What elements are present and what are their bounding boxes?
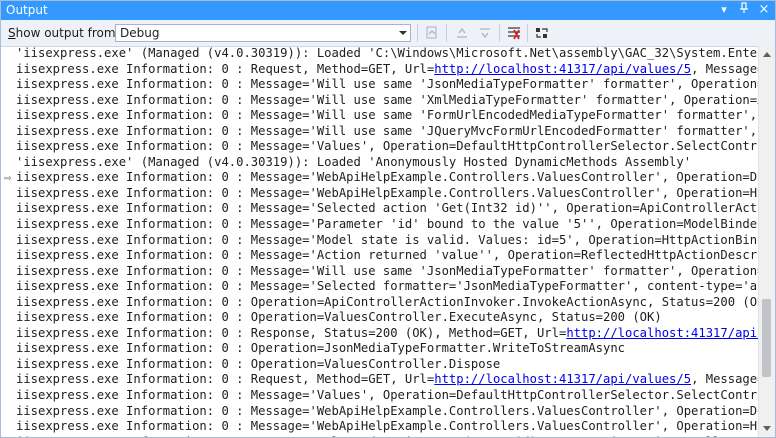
output-line: iisexpress.exe Information: 0 : Operatio… — [16, 310, 662, 325]
output-line: iisexpress.exe Information: 0 : Message=… — [16, 232, 758, 247]
chevron-down-icon — [399, 31, 407, 35]
close-icon[interactable]: × — [756, 2, 772, 18]
output-line: iisexpress.exe Information: 0 : Message=… — [16, 279, 758, 294]
toolbar-separator — [417, 24, 418, 42]
output-line: iisexpress.exe Information: 0 : Operatio… — [16, 356, 501, 371]
dropdown-icon[interactable]: ▾ — [716, 2, 732, 18]
output-line: iisexpress.exe Information: 0 : Request,… — [16, 372, 758, 387]
vertical-scrollbar[interactable] — [758, 46, 775, 437]
toggle-word-wrap-icon[interactable] — [532, 24, 552, 42]
output-line: iisexpress.exe Information: 0 : Message=… — [16, 388, 758, 403]
output-line: iisexpress.exe Information: 0 : Message=… — [16, 108, 758, 123]
go-to-previous-message-icon[interactable] — [452, 24, 472, 42]
clear-all-icon[interactable] — [504, 24, 524, 42]
output-line: iisexpress.exe Information: 0 : Message=… — [16, 139, 758, 154]
output-source-dropdown[interactable]: Debug — [115, 24, 411, 42]
output-line: iisexpress.exe Information: 0 : Message=… — [16, 217, 758, 232]
toolbar-separator — [446, 24, 447, 42]
pin-icon[interactable] — [736, 2, 752, 18]
output-line: iisexpress.exe Information: 0 : Message=… — [16, 123, 758, 138]
output-line: iisexpress.exe Information: 0 : Message=… — [16, 435, 758, 437]
toolbar-separator — [499, 24, 500, 42]
output-line: iisexpress.exe Information: 0 : Message=… — [16, 92, 758, 107]
output-line: iisexpress.exe Information: 0 : Message=… — [16, 77, 758, 92]
output-line: iisexpress.exe Information: 0 : Message=… — [16, 419, 758, 434]
scroll-up-icon[interactable] — [763, 52, 771, 57]
output-line: iisexpress.exe Information: 0 : Operatio… — [16, 294, 758, 309]
output-url-link[interactable]: http://localhost:41317/api/values — [566, 326, 758, 340]
output-line: iisexpress.exe Information: 0 : Message=… — [16, 170, 758, 185]
output-line: 'iisexpress.exe' (Managed (v4.0.30319)):… — [16, 46, 758, 60]
toolbar-separator — [527, 24, 528, 42]
output-line: iisexpress.exe Information: 0 : Message=… — [16, 403, 758, 418]
output-line: iisexpress.exe Information: 0 : Message=… — [16, 248, 758, 263]
output-line: 'iisexpress.exe' (Managed (v4.0.30319)):… — [16, 154, 692, 169]
go-to-next-message-icon[interactable] — [475, 24, 495, 42]
show-output-from-label: Show output from: — [8, 26, 120, 40]
output-source-value: Debug — [120, 26, 160, 40]
output-line: iisexpress.exe Information: 0 : Request,… — [16, 61, 758, 76]
output-line: iisexpress.exe Information: 0 : Message=… — [16, 201, 758, 216]
output-line: iisexpress.exe Information: 0 : Operatio… — [16, 341, 626, 356]
output-line: iisexpress.exe Information: 0 : Message=… — [16, 263, 758, 278]
output-text-area[interactable]: 'iisexpress.exe' (Managed (v4.0.30319)):… — [16, 46, 758, 437]
output-line: iisexpress.exe Information: 0 : Response… — [16, 326, 758, 342]
scroll-down-icon[interactable] — [763, 426, 771, 431]
output-url-link[interactable]: http://localhost:41317/api/values/5 — [434, 372, 691, 386]
margin-marker-icon: ⇨ — [4, 174, 12, 184]
window-title: Output — [6, 3, 48, 17]
scrollbar-thumb[interactable] — [762, 299, 771, 377]
output-url-link[interactable]: http://localhost:41317/api/values/5 — [434, 62, 691, 76]
find-message-in-code-icon[interactable] — [422, 24, 442, 42]
output-toolbar: Show output from: Debug — [1, 20, 775, 47]
title-bar[interactable]: Output ▾ × — [1, 1, 775, 20]
output-window: Output ▾ × Show output from: Debug ⇨ 'ii… — [0, 0, 776, 438]
output-line: iisexpress.exe Information: 0 : Message=… — [16, 185, 758, 200]
